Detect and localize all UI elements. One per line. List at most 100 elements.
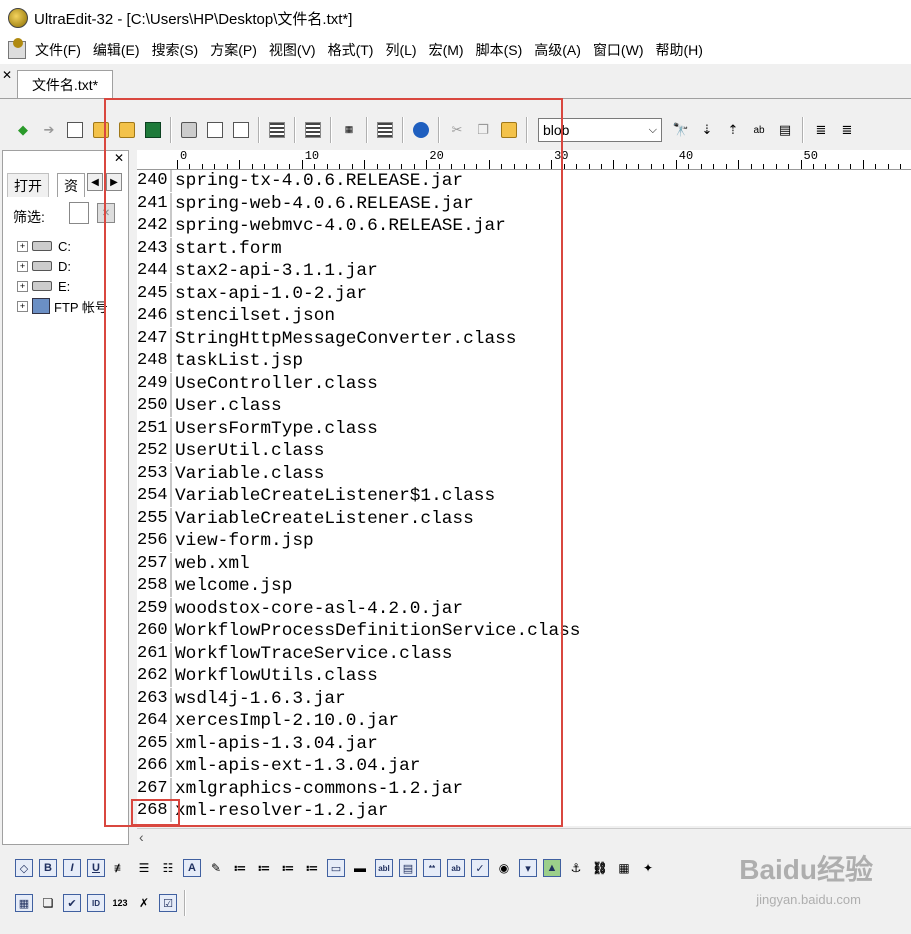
editor-line[interactable]: 247 StringHttpMessageConverter.class bbox=[137, 327, 911, 350]
horizontal-rule-icon[interactable]: ▬ bbox=[349, 857, 371, 879]
textbox-icon[interactable]: abl bbox=[373, 857, 395, 879]
find-prev-icon[interactable]: ⇡ bbox=[722, 119, 744, 141]
edit-icon[interactable]: ✎ bbox=[205, 857, 227, 879]
radio-icon[interactable]: ◉ bbox=[493, 857, 515, 879]
editor-line[interactable]: 249 UseController.class bbox=[137, 372, 911, 395]
line-text[interactable]: stax-api-1.0-2.jar bbox=[172, 283, 367, 305]
editor-line[interactable]: 244 stax2-api-3.1.1.jar bbox=[137, 260, 911, 282]
line-text[interactable]: VariableCreateListener.class bbox=[172, 508, 474, 530]
expand-icon[interactable]: + bbox=[17, 280, 28, 292]
new-file-button[interactable] bbox=[64, 119, 86, 141]
select-icon[interactable]: ▾ bbox=[517, 857, 539, 879]
line-text[interactable]: WorkflowTraceService.class bbox=[172, 643, 452, 665]
word-wrap-button[interactable] bbox=[302, 119, 324, 141]
column-mode-button[interactable] bbox=[374, 119, 396, 141]
chevron-down-icon[interactable]: ⌵ bbox=[649, 124, 657, 137]
tree-item-drive-d[interactable]: + D: bbox=[17, 257, 71, 275]
italic-icon[interactable]: I bbox=[61, 857, 83, 879]
find-next-icon[interactable]: ⇣ bbox=[696, 119, 718, 141]
editor-line[interactable]: 266 xml-apis-ext-1.3.04.jar bbox=[137, 755, 911, 777]
heading1-icon[interactable]: ≔ bbox=[229, 857, 251, 879]
editor-area[interactable]: 0 10 20 30 40 50 240 spring-tx-4.0.6.RELEASE.j… bbox=[137, 149, 911, 826]
line-text[interactable]: stax2-api-3.1.1.jar bbox=[172, 260, 378, 282]
editor-line[interactable]: 253 Variable.class bbox=[137, 462, 911, 485]
tree-item-drive-e[interactable]: + E: bbox=[17, 277, 70, 295]
line-text[interactable]: WorkflowProcessDefinitionService.class bbox=[172, 620, 580, 642]
close-icon[interactable]: ✕ bbox=[114, 151, 124, 165]
replace-icon[interactable]: ab bbox=[748, 119, 770, 141]
table-insert-icon[interactable]: ▦ bbox=[613, 857, 635, 879]
editor-line[interactable]: 242 spring-webmvc-4.0.6.RELEASE.jar bbox=[137, 215, 911, 237]
editor-line[interactable]: 246 stencilset.json bbox=[137, 305, 911, 327]
print-button[interactable] bbox=[178, 119, 200, 141]
line-text[interactable]: StringHttpMessageConverter.class bbox=[172, 328, 516, 350]
line-text[interactable]: VariableCreateListener$1.class bbox=[172, 485, 495, 507]
file-tab[interactable]: 文件名.txt* bbox=[17, 70, 113, 98]
filter-input[interactable] bbox=[69, 202, 89, 224]
line-text[interactable]: xml-apis-1.3.04.jar bbox=[172, 733, 378, 755]
chevron-left-icon[interactable]: ◀ bbox=[87, 173, 103, 191]
heading2-icon[interactable]: ≔ bbox=[253, 857, 275, 879]
line-text[interactable]: web.xml bbox=[172, 553, 250, 575]
copy-format-icon[interactable]: ❏ bbox=[37, 892, 59, 914]
special-char-icon[interactable]: ✗ bbox=[133, 892, 155, 914]
close-icon[interactable]: ✕ bbox=[2, 68, 12, 82]
menu-search[interactable]: 搜索(S) bbox=[149, 40, 208, 60]
tree-item-drive-c[interactable]: + C: bbox=[17, 237, 71, 255]
find-icon[interactable]: 🔭 bbox=[670, 119, 692, 141]
back-arrow-icon[interactable]: ◆ bbox=[12, 119, 34, 141]
bold-icon[interactable]: B bbox=[37, 857, 59, 879]
menu-view[interactable]: 视图(V) bbox=[266, 40, 325, 60]
line-text[interactable]: Variable.class bbox=[172, 463, 324, 485]
line-text[interactable]: xercesImpl-2.10.0.jar bbox=[172, 710, 399, 732]
editor-line[interactable]: 254 VariableCreateListener$1.class bbox=[137, 485, 911, 507]
editor-line[interactable]: 263 wsdl4j-1.6.3.jar bbox=[137, 687, 911, 710]
menu-edit[interactable]: 编辑(E) bbox=[90, 40, 149, 60]
align-left-icon[interactable]: ≣ bbox=[810, 119, 832, 141]
line-text[interactable]: welcome.jsp bbox=[172, 575, 292, 597]
editor-line[interactable]: 260 WorkflowProcessDefinitionService.clas… bbox=[137, 620, 911, 642]
align-right-icon[interactable]: ≣ bbox=[836, 119, 858, 141]
menu-macro[interactable]: 宏(M) bbox=[426, 40, 473, 60]
menu-window[interactable]: 窗口(W) bbox=[590, 40, 653, 60]
cut-icon[interactable]: ✂ bbox=[446, 119, 468, 141]
expand-icon[interactable]: + bbox=[17, 240, 28, 252]
line-text[interactable]: wsdl4j-1.6.3.jar bbox=[172, 688, 346, 710]
open-button[interactable] bbox=[90, 119, 112, 141]
line-text[interactable]: xml-apis-ext-1.3.04.jar bbox=[172, 755, 420, 777]
image-icon[interactable]: ▲ bbox=[541, 857, 563, 879]
web-browser-button[interactable] bbox=[410, 119, 432, 141]
menu-format[interactable]: 格式(T) bbox=[325, 40, 383, 60]
line-text[interactable]: UserUtil.class bbox=[172, 440, 324, 462]
expand-icon[interactable]: + bbox=[17, 300, 28, 312]
line-text[interactable]: xmlgraphics-commons-1.2.jar bbox=[172, 778, 463, 800]
heading3-icon[interactable]: ≔ bbox=[277, 857, 299, 879]
save-button[interactable] bbox=[142, 119, 164, 141]
clear-filter-icon[interactable]: ✕ bbox=[97, 203, 115, 223]
line-text[interactable]: stencilset.json bbox=[172, 305, 335, 327]
editor-line[interactable]: 259 woodstox-core-asl-4.2.0.jar bbox=[137, 597, 911, 620]
textarea-icon[interactable]: ▤ bbox=[397, 857, 419, 879]
checkbox-icon[interactable]: ✓ bbox=[469, 857, 491, 879]
html-icon[interactable]: ◇ bbox=[13, 857, 35, 879]
menu-file[interactable]: 文件(F) bbox=[32, 40, 90, 60]
menu-help[interactable]: 帮助(H) bbox=[652, 40, 711, 60]
editor-line[interactable]: 265 xml-apis-1.3.04.jar bbox=[137, 732, 911, 755]
tab-open[interactable]: 打开 bbox=[7, 173, 49, 197]
line-text[interactable]: xml-resolver-1.2.jar bbox=[172, 800, 388, 822]
numbered-list-icon[interactable]: ☷ bbox=[157, 857, 179, 879]
line-text[interactable]: spring-tx-4.0.6.RELEASE.jar bbox=[172, 170, 463, 192]
menu-advanced[interactable]: 高级(A) bbox=[531, 40, 590, 60]
editor-line[interactable]: 261 WorkflowTraceService.class bbox=[137, 642, 911, 665]
password-icon[interactable]: ** bbox=[421, 857, 443, 879]
validate-icon[interactable]: ✔ bbox=[61, 892, 83, 914]
paste-button[interactable] bbox=[498, 119, 520, 141]
tree-item-ftp[interactable]: + FTP 帐号 bbox=[17, 297, 108, 315]
heading4-icon[interactable]: ≔ bbox=[301, 857, 323, 879]
anchor-icon[interactable]: ⚓ bbox=[565, 857, 587, 879]
copy-icon[interactable]: ❐ bbox=[472, 119, 494, 141]
expand-icon[interactable]: + bbox=[17, 260, 28, 272]
line-text[interactable]: start.form bbox=[172, 238, 282, 260]
editor-line[interactable]: 268 xml-resolver-1.2.jar bbox=[137, 800, 911, 822]
color-icon[interactable]: ✦ bbox=[637, 857, 659, 879]
